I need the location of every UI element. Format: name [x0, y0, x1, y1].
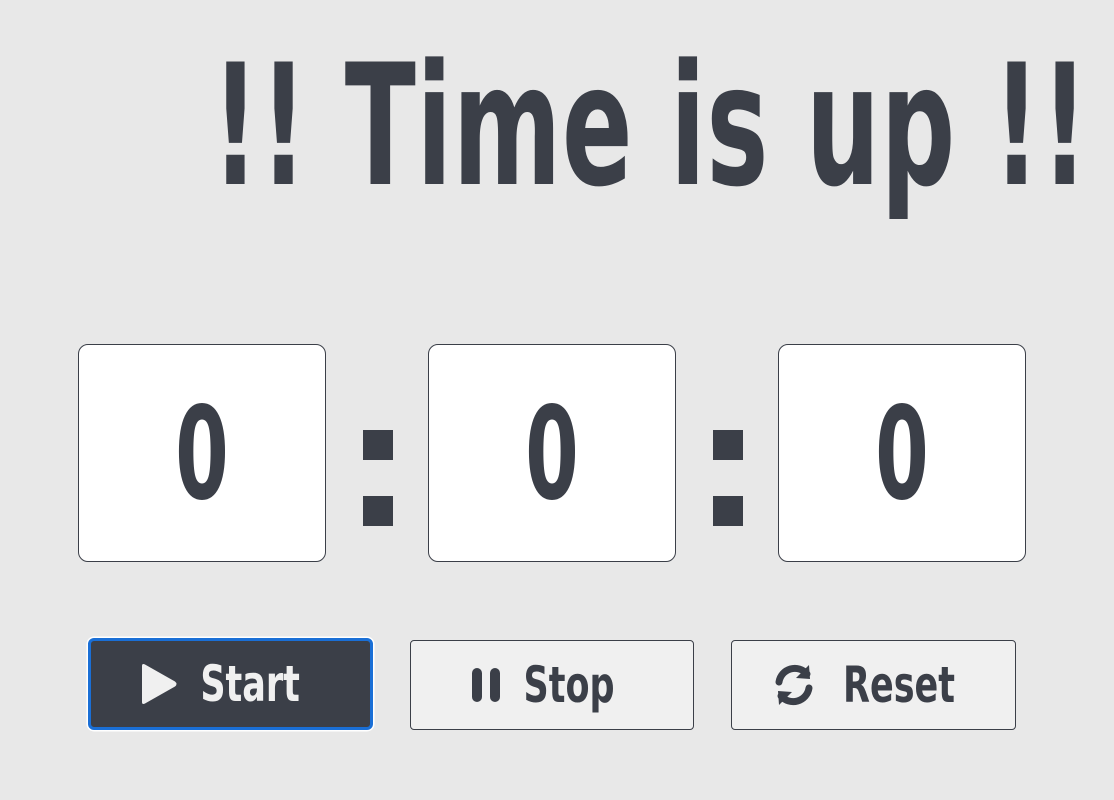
- hours-value: 0: [175, 380, 229, 529]
- reset-label: Reset: [842, 656, 955, 714]
- reset-button[interactable]: Reset: [731, 640, 1016, 730]
- play-icon: [139, 662, 179, 706]
- start-button[interactable]: Start: [88, 638, 373, 730]
- minutes-value: 0: [525, 380, 579, 529]
- refresh-icon: [769, 662, 819, 708]
- separator-dot: [363, 496, 393, 526]
- seconds-box: 0: [778, 344, 1026, 562]
- time-separator: [713, 430, 743, 526]
- seconds-value: 0: [875, 380, 929, 529]
- stop-label: Stop: [523, 656, 615, 714]
- minutes-box: 0: [428, 344, 676, 562]
- hours-box: 0: [78, 344, 326, 562]
- pause-icon: [470, 666, 504, 704]
- separator-dot: [713, 496, 743, 526]
- separator-dot: [713, 430, 743, 460]
- start-label: Start: [200, 655, 301, 713]
- stop-button[interactable]: Stop: [410, 640, 694, 730]
- separator-dot: [363, 430, 393, 460]
- page-title: !! Time is up !!: [211, 28, 1089, 224]
- time-separator: [363, 430, 393, 526]
- timer-page: !! Time is up !! 0 0 0 Start Stop Reset: [0, 0, 1114, 800]
